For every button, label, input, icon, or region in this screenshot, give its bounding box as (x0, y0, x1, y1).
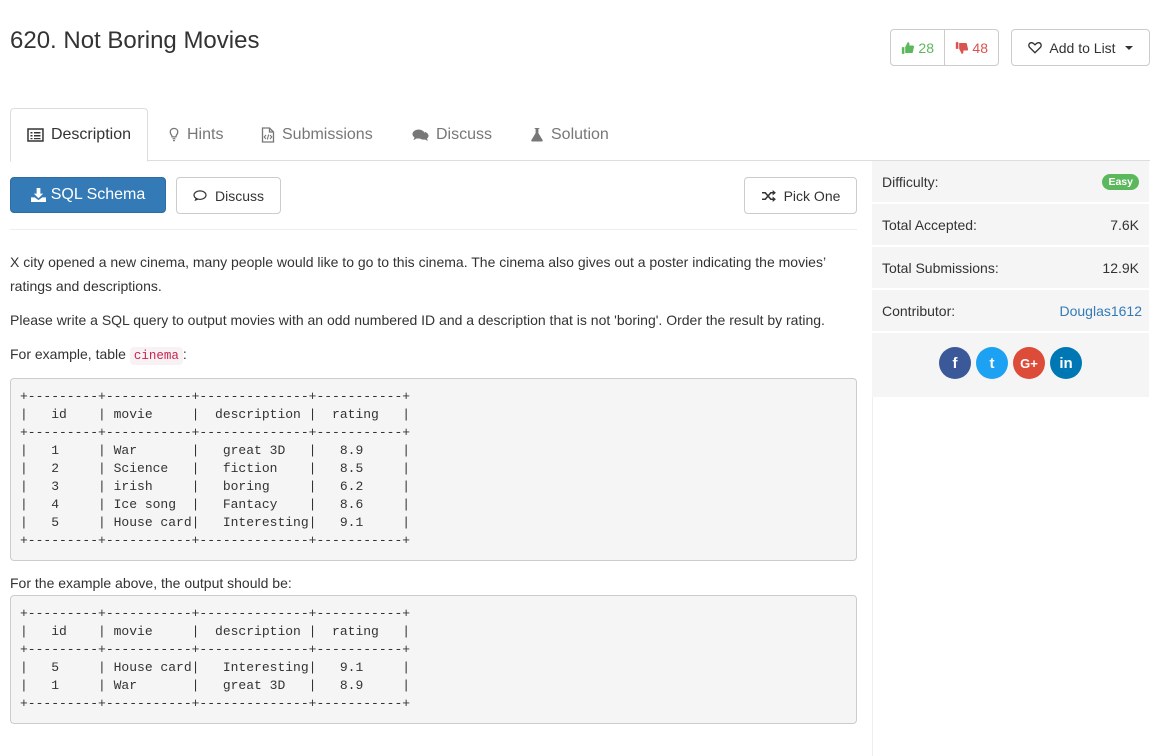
code-file-icon (261, 126, 275, 143)
difficulty-label: Difficulty: (882, 173, 939, 190)
caret-down-icon (1124, 45, 1133, 50)
add-to-list-label: Add to List (1049, 39, 1116, 56)
download-icon (30, 188, 46, 202)
description-paragraph: For example, table cinema: (10, 342, 850, 368)
thumbs-up-icon (901, 41, 915, 54)
tab-label: Description (50, 126, 131, 143)
tab-submissions[interactable]: Submissions (261, 108, 373, 161)
upvote-button[interactable]: 28 (891, 30, 945, 65)
divider (10, 229, 857, 230)
downvote-button[interactable]: 48 (945, 30, 998, 65)
facebook-share-button[interactable]: f (939, 347, 971, 379)
difficulty-badge: Easy (1102, 173, 1139, 190)
tab-label: Discuss (436, 125, 493, 143)
vote-group: 28 48 (890, 29, 999, 66)
comments-icon (412, 129, 429, 141)
tab-hints[interactable]: Hints (168, 108, 223, 161)
google-plus-icon: G+ (1020, 355, 1038, 371)
tab-discuss[interactable]: Discuss (412, 108, 492, 161)
upvote-count: 28 (918, 39, 934, 56)
comment-icon (193, 189, 207, 201)
problem-info-panel: Difficulty: Easy Total Accepted: 7.6K To… (872, 161, 1149, 397)
google-plus-share-button[interactable]: G+ (1013, 347, 1045, 379)
accepted-label: Total Accepted: (882, 216, 977, 233)
tab-label: Solution (551, 125, 609, 143)
sql-schema-label: SQL Schema (50, 186, 146, 203)
difficulty-row: Difficulty: Easy (872, 161, 1149, 204)
tab-description[interactable]: Description (10, 108, 148, 162)
contributor-label: Contributor: (882, 302, 956, 319)
discuss-button[interactable]: Discuss (176, 177, 281, 214)
thumbs-down-icon (955, 41, 969, 54)
contributor-link[interactable]: Douglas1612 (1059, 303, 1142, 319)
downvote-count: 48 (972, 39, 988, 56)
text: For example, table (10, 346, 130, 362)
social-share: f t G+ in (939, 347, 1087, 379)
description-paragraph: Please write a SQL query to output movie… (10, 312, 825, 328)
submissions-label: Total Submissions: (882, 259, 999, 276)
heart-icon (1028, 42, 1043, 54)
list-icon (27, 128, 44, 142)
problem-tabs: Description Hints Submissions Discuss So… (10, 108, 1150, 162)
twitter-share-button[interactable]: t (976, 347, 1008, 379)
random-icon (761, 189, 776, 202)
example-input-table: +---------+-----------+--------------+--… (10, 378, 857, 561)
discuss-label: Discuss (214, 187, 264, 204)
facebook-icon: f (952, 354, 958, 372)
pick-one-button[interactable]: Pick One (744, 177, 857, 214)
pick-one-label: Pick One (783, 187, 841, 204)
contributor-row: Contributor: Douglas1612 (872, 290, 1149, 333)
submissions-value: 12.9K (1102, 259, 1139, 276)
sql-schema-button[interactable]: SQL Schema (10, 177, 166, 213)
accepted-row: Total Accepted: 7.6K (872, 204, 1149, 247)
twitter-icon: t (989, 354, 995, 372)
tab-solution[interactable]: Solution (530, 108, 609, 161)
page-title: 620. Not Boring Movies (10, 27, 260, 54)
example-output-table: +---------+-----------+--------------+--… (10, 595, 857, 724)
inline-code: cinema (129, 347, 183, 365)
add-to-list-button[interactable]: Add to List (1011, 29, 1150, 66)
lightbulb-icon (169, 127, 179, 142)
linkedin-icon: in (1059, 354, 1073, 372)
description-paragraph: X city opened a new cinema, many people … (10, 254, 826, 294)
text: : (182, 346, 187, 362)
accepted-value: 7.6K (1110, 216, 1139, 233)
tab-label: Submissions (282, 125, 373, 143)
linkedin-share-button[interactable]: in (1050, 347, 1082, 379)
submissions-row: Total Submissions: 12.9K (872, 247, 1149, 290)
description-paragraph: For the example above, the output should… (10, 575, 292, 591)
flask-icon (531, 127, 543, 142)
tab-label: Hints (187, 125, 224, 143)
